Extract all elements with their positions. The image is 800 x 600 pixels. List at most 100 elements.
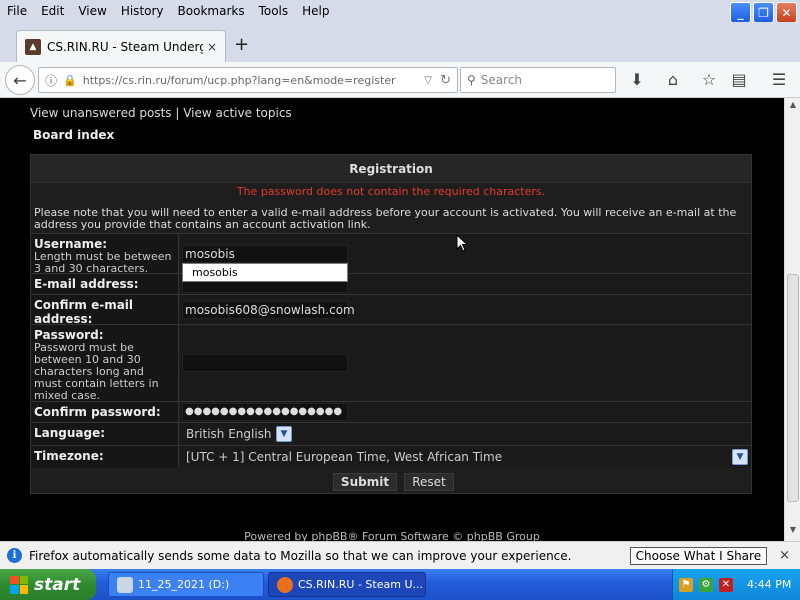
bookmark-star-icon[interactable]: ☆ <box>699 70 719 89</box>
search-placeholder: Search <box>480 73 523 87</box>
password-value-cell <box>180 325 751 401</box>
tray-clock: 4:44 PM <box>747 578 792 591</box>
password-input[interactable] <box>182 354 348 372</box>
registration-title: Registration <box>31 155 751 183</box>
confirm-password-row: Confirm password: ●●●●●●●●●●●●●●●●●● <box>31 401 751 422</box>
page-scrollbar[interactable]: ▲ ▼ <box>784 98 800 541</box>
timezone-select[interactable]: [UTC + 1] Central European Time, West Af… <box>180 446 751 468</box>
menu-edit[interactable]: Edit <box>34 4 71 18</box>
back-button[interactable]: ← <box>5 65 35 95</box>
start-button[interactable]: start <box>0 569 96 600</box>
lock-icon: 🔒 <box>63 73 77 87</box>
url-bar[interactable]: ⓘ 🔒 https://cs.rin.ru/forum/ucp.php?lang… <box>38 67 458 93</box>
confirm-password-label: Confirm password: <box>34 405 161 419</box>
form-buttons: Submit Reset <box>31 471 751 493</box>
language-select[interactable]: British English ▼ <box>180 423 751 445</box>
email-row: E-mail address: <box>31 273 751 294</box>
taskbar-item-firefox[interactable]: CS.RIN.RU - Steam U... <box>268 572 426 597</box>
menu-tools[interactable]: Tools <box>252 4 296 18</box>
tray-network-icon[interactable]: ⚙ <box>699 577 713 592</box>
maximize-button[interactable]: ❐ <box>753 2 774 23</box>
activation-note: Please note that you will need to enter … <box>34 206 737 231</box>
password-label-cell: Password: Password must be between 10 an… <box>31 325 179 402</box>
top-links[interactable]: View unanswered posts | View active topi… <box>30 106 292 120</box>
site-favicon-icon: ▲ <box>25 38 41 55</box>
scrollbar-thumb[interactable] <box>787 274 799 502</box>
firefox-icon <box>277 576 293 593</box>
start-label: start <box>34 574 81 595</box>
window-controls: _ ❐ ✕ <box>730 2 797 23</box>
menu-help[interactable]: Help <box>295 4 336 18</box>
reading-list-icon[interactable]: ▤ <box>729 70 749 89</box>
password-label: Password: <box>34 328 104 342</box>
download-icon[interactable]: ⬇ <box>627 70 647 89</box>
password-row: Password: Password must be between 10 an… <box>31 324 751 402</box>
search-box[interactable]: ⚲ Search <box>460 67 616 93</box>
language-label-cell: Language: <box>31 423 179 445</box>
confirm-email-label-cell: Confirm e-mail address: <box>31 295 179 326</box>
registration-panel: Registration The password does not conta… <box>30 154 752 494</box>
confirm-email-input[interactable]: mosobis608@snowlash.com <box>182 301 355 319</box>
confirm-email-row: Confirm e-mail address: mosobis608@snowl… <box>31 294 751 326</box>
menu-file[interactable]: File <box>0 4 34 18</box>
timezone-selected-value: [UTC + 1] Central European Time, West Af… <box>186 450 503 464</box>
tray-app-icon[interactable]: ⚑ <box>679 577 693 592</box>
language-label: Language: <box>34 426 106 440</box>
info-icon: i <box>7 548 22 563</box>
taskbar-item-drive-label: 11_25_2021 (D:) <box>138 578 230 591</box>
taskbar-item-drive[interactable]: 11_25_2021 (D:) <box>108 572 264 597</box>
email-label-cell: E-mail address: <box>31 274 179 294</box>
confirm-password-input[interactable]: ●●●●●●●●●●●●●●●●●● <box>182 403 348 421</box>
menu-bookmarks[interactable]: Bookmarks <box>171 4 252 18</box>
username-input[interactable]: mosobis <box>182 245 348 263</box>
confirm-password-label-cell: Confirm password: <box>31 402 179 422</box>
home-icon[interactable]: ⌂ <box>663 70 683 89</box>
error-message: The password does not contain the requir… <box>236 185 546 198</box>
choose-what-i-share-button[interactable]: Choose What I Share <box>629 546 768 565</box>
hamburger-menu-icon[interactable]: ☰ <box>769 70 789 89</box>
reset-button[interactable]: Reset <box>404 473 454 491</box>
board-index-link[interactable]: Board index <box>33 128 114 142</box>
username-label: Username: <box>34 237 108 251</box>
taskbar-item-firefox-label: CS.RIN.RU - Steam U... <box>298 578 423 591</box>
email-label: E-mail address: <box>34 277 139 291</box>
notification-message: Firefox automatically sends some data to… <box>29 548 572 563</box>
window-close-button[interactable]: ✕ <box>776 2 797 23</box>
submit-button[interactable]: Submit <box>333 473 397 491</box>
minimize-button[interactable]: _ <box>730 2 751 23</box>
menu-history[interactable]: History <box>114 4 171 18</box>
search-icon: ⚲ <box>467 73 476 87</box>
tray-shield-icon[interactable]: ✕ <box>719 577 733 592</box>
language-row: Language: British English ▼ <box>31 422 751 445</box>
windows-logo-icon <box>10 575 28 594</box>
page-footer: Powered by phpBB® Forum Software © phpBB… <box>244 530 540 541</box>
menu-view[interactable]: View <box>71 4 113 18</box>
menu-bar: File Edit View History Bookmarks Tools H… <box>0 0 800 23</box>
navigation-bar: ← ⓘ 🔒 https://cs.rin.ru/forum/ucp.php?la… <box>0 62 800 98</box>
taskbar: start 11_25_2021 (D:) CS.RIN.RU - Steam … <box>0 569 800 600</box>
username-help: Length must be between 3 and 30 characte… <box>34 250 172 275</box>
notification-bar: i Firefox automatically sends some data … <box>0 541 800 569</box>
confirm-email-value-cell: mosobis608@snowlash.com <box>180 295 751 324</box>
url-dropdown-icon[interactable]: ▽ <box>424 75 432 86</box>
tab-close-icon[interactable]: × <box>207 40 217 54</box>
reload-icon[interactable]: ↻ <box>440 73 451 88</box>
page-content: View unanswered posts | View active topi… <box>0 98 784 541</box>
timezone-row: Timezone: [UTC + 1] Central European Tim… <box>31 445 751 468</box>
chevron-down-icon[interactable]: ▼ <box>732 449 748 465</box>
username-row: Username: Length must be between 3 and 3… <box>31 233 751 275</box>
password-help: Password must be between 10 and 30 chara… <box>34 341 159 402</box>
mouse-cursor-icon <box>456 234 468 252</box>
browser-tab[interactable]: ▲ CS.RIN.RU - Steam Undergro... × <box>16 30 226 62</box>
username-label-cell: Username: Length must be between 3 and 3… <box>31 234 179 275</box>
scroll-up-icon[interactable]: ▲ <box>787 100 799 114</box>
new-tab-button[interactable]: + <box>234 34 249 55</box>
notification-close-icon[interactable]: × <box>779 548 790 563</box>
chevron-down-icon[interactable]: ▼ <box>276 426 292 442</box>
autocomplete-suggestion[interactable]: mosobis <box>182 263 348 282</box>
tab-strip: ▲ CS.RIN.RU - Steam Undergro... × + <box>0 22 800 62</box>
scroll-down-icon[interactable]: ▼ <box>787 525 799 539</box>
info-icon[interactable]: ⓘ <box>45 72 57 89</box>
timezone-label-cell: Timezone: <box>31 446 179 468</box>
tab-title: CS.RIN.RU - Steam Undergro... <box>47 39 203 54</box>
